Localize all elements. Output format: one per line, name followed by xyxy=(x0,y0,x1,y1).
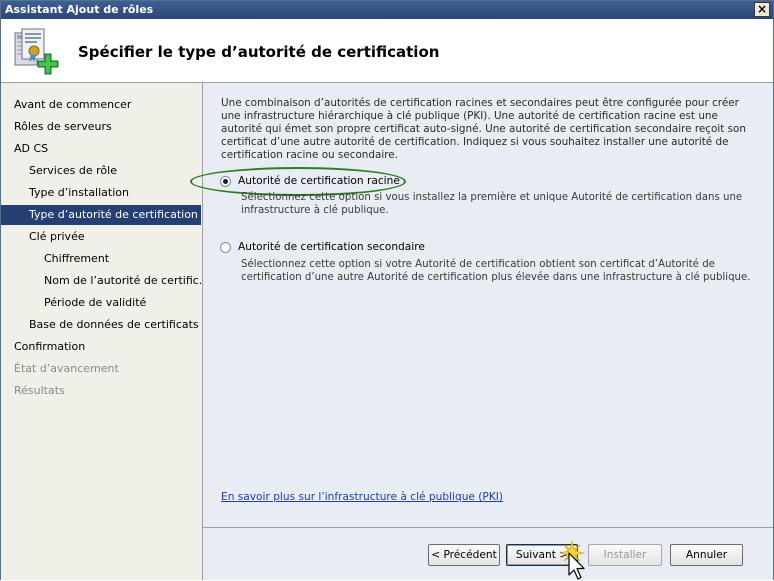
sidebar-item-services-de-role[interactable]: Services de rôle xyxy=(1,161,201,181)
sidebar-item-label: Chiffrement xyxy=(44,252,110,265)
sidebar-item-type-autorite[interactable]: Type d’autorité de certification xyxy=(1,205,201,225)
title-bar[interactable]: Assistant Ajout de rôles × xyxy=(1,1,773,19)
radio-autorite-racine[interactable] xyxy=(220,176,231,187)
sidebar-item-nom-autorite[interactable]: Nom de l’autorité de certific... xyxy=(1,271,201,291)
option-description-racine: Sélectionnez cette option si vous instal… xyxy=(241,192,743,216)
previous-button[interactable]: < Précédent xyxy=(428,544,500,566)
option-description-secondaire: Sélectionnez cette option si votre Autor… xyxy=(241,259,751,283)
sidebar-item-ad-cs[interactable]: AD CS xyxy=(1,139,201,159)
wizard-steps-sidebar: Avant de commencer Rôles de serveurs AD … xyxy=(1,83,203,580)
sidebar-item-label: Services de rôle xyxy=(29,164,117,177)
sidebar-item-label: Nom de l’autorité de certific... xyxy=(44,274,201,287)
window-title: Assistant Ajout de rôles xyxy=(5,3,154,16)
main-content: Une combinaison d’autorités de certifica… xyxy=(190,83,773,528)
install-button: Installer xyxy=(588,544,662,566)
sidebar-item-type-installation[interactable]: Type d’installation xyxy=(1,183,201,203)
sidebar-item-label: Base de données de certificats xyxy=(29,318,199,331)
sidebar-item-roles-de-serveurs[interactable]: Rôles de serveurs xyxy=(1,117,201,137)
sidebar-item-label: AD CS xyxy=(14,142,49,155)
sidebar-item-label: État d’avancement xyxy=(14,362,119,375)
sidebar-item-label: Rôles de serveurs xyxy=(14,120,112,133)
sidebar-item-label: Période de validité xyxy=(44,296,147,309)
sidebar-item-label: Confirmation xyxy=(14,340,86,353)
close-icon: × xyxy=(756,2,768,16)
option-label-racine[interactable]: Autorité de certification racine xyxy=(238,175,400,187)
wizard-footer: < Précédent Suivant > Installer Annuler xyxy=(203,528,773,580)
sidebar-item-confirmation[interactable]: Confirmation xyxy=(1,337,201,357)
sidebar-item-resultats: Résultats xyxy=(1,381,201,401)
sidebar-item-label: Type d’installation xyxy=(29,186,129,199)
sidebar-item-avant-de-commencer[interactable]: Avant de commencer xyxy=(1,95,201,115)
sidebar-item-chiffrement[interactable]: Chiffrement xyxy=(1,249,201,269)
sidebar-item-label: Avant de commencer xyxy=(14,98,132,111)
sidebar-item-periode-validite[interactable]: Période de validité xyxy=(1,293,201,313)
option-label-secondaire[interactable]: Autorité de certification secondaire xyxy=(238,241,425,253)
sidebar-item-cle-privee[interactable]: Clé privée xyxy=(1,227,201,247)
radio-autorite-secondaire[interactable] xyxy=(220,242,231,253)
sidebar-item-label: Type d’autorité de certification xyxy=(29,208,198,221)
cancel-button[interactable]: Annuler xyxy=(670,544,743,566)
wizard-header: Spécifier le type d’autorité de certific… xyxy=(1,19,773,83)
page-title: Spécifier le type d’autorité de certific… xyxy=(78,43,440,61)
sidebar-item-base-de-donnees[interactable]: Base de données de certificats xyxy=(1,315,201,335)
mouse-pointer-icon xyxy=(559,540,585,580)
sidebar-item-label: Clé privée xyxy=(29,230,85,243)
intro-description: Une combinaison d’autorités de certifica… xyxy=(221,97,746,161)
radio-selected-dot xyxy=(223,179,228,184)
sidebar-item-etat-avancement: État d’avancement xyxy=(1,359,201,379)
wizard-window: Assistant Ajout de rôles × Spécifier le … xyxy=(0,0,774,580)
certificate-add-icon xyxy=(14,28,59,75)
sidebar-item-label: Résultats xyxy=(14,384,65,397)
close-button[interactable]: × xyxy=(754,2,770,17)
learn-more-pki-link[interactable]: En savoir plus sur l’infrastructure à cl… xyxy=(221,491,503,503)
